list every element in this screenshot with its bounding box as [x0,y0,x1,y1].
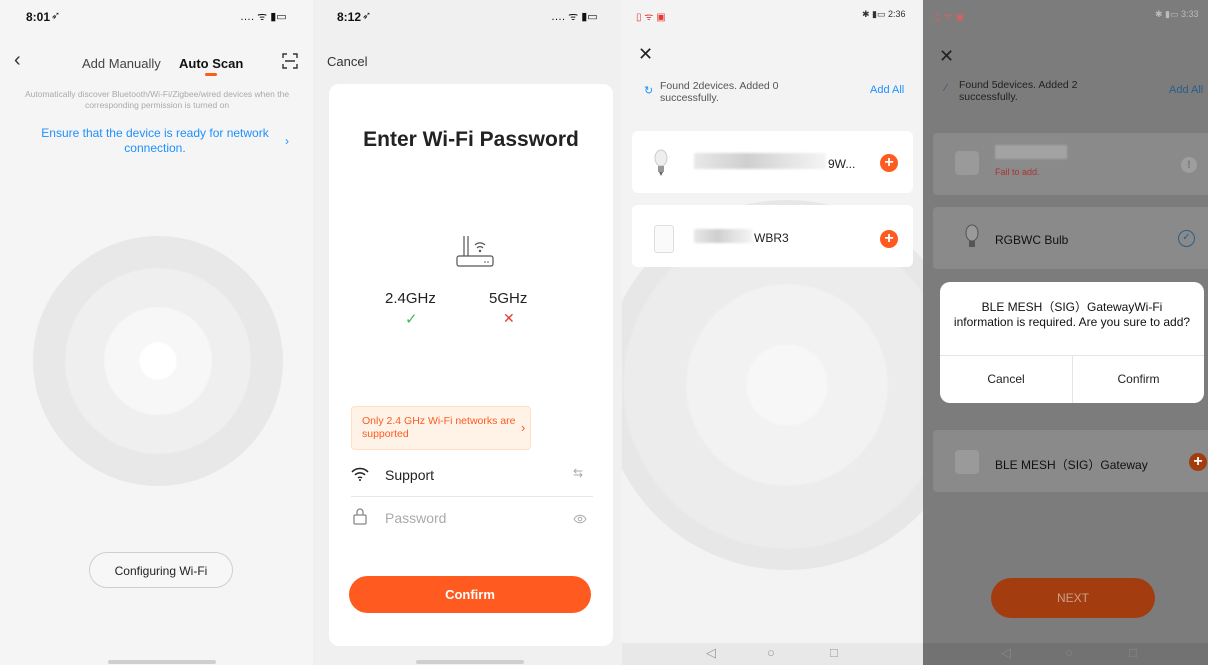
status-right: ✱ ▮▭ 3:33 [1155,9,1199,19]
scan-qr-icon[interactable] [282,53,298,69]
wifi-card: Enter Wi-Fi Password 2.4GHz 5GHz ✓ ✕ Onl… [329,84,613,646]
next-button[interactable]: NEXT [991,578,1155,618]
device-name-bulb: RGBWC Bulb [995,233,1069,247]
added-check-icon: ✓ [1178,230,1195,247]
bulb-icon [654,149,668,177]
add-device-icon[interactable]: + [1189,453,1207,471]
status-left-icons: ▯ ᯤ ▣ [935,12,965,23]
add-device-icon[interactable]: + [880,230,898,248]
status-indicator-icon: ⁄ [945,82,947,94]
device-name-blurred [995,145,1067,159]
close-icon[interactable]: ✕ [939,47,954,65]
device-module-icon [955,151,979,175]
nav-back-icon[interactable]: ◁ [1001,645,1011,661]
band-warning-text: Only 2.4 GHz Wi-Fi networks are supporte… [362,415,516,440]
device-module-icon [654,225,674,253]
tab-add-manually[interactable]: Add Manually [82,55,161,73]
password-field[interactable]: Password [385,510,446,526]
nav-home-icon[interactable]: ○ [767,645,775,660]
device-name-suffix: 9W... [828,157,856,171]
nav-home-icon[interactable]: ○ [1065,645,1073,660]
lock-icon [353,508,367,525]
active-tab-indicator [205,73,217,76]
status-right: ✱ ▮▭ 2:36 [862,9,906,19]
home-indicator [416,660,524,664]
device-name-blurred [694,153,826,169]
wifi-icon [351,466,369,482]
ensure-ready-link[interactable]: Ensure that the device is ready for netw… [28,126,282,156]
nav-recents-icon[interactable]: □ [1129,645,1137,660]
status-time: 2:36 [888,9,906,19]
confirm-dialog: BLE MESH（SIG）GatewayWi-Fi information is… [940,282,1204,403]
device-module-icon [955,450,979,474]
status-time: 8:12 [337,10,362,24]
band-warning-banner[interactable]: Only 2.4 GHz Wi-Fi networks are supporte… [351,406,531,450]
cross-icon: ✕ [503,310,515,326]
eye-icon[interactable] [573,511,587,524]
add-all-button[interactable]: Add All [870,84,904,96]
device-row[interactable]: 9W... + [632,131,913,193]
device-row[interactable]: WBR3 + [632,205,913,267]
device-name-suffix: WBR3 [754,231,789,245]
check-icon: ✓ [405,311,418,328]
device-name-blurred [694,229,752,243]
tab-auto-scan[interactable]: Auto Scan [179,55,243,73]
chevron-right-icon: › [521,420,526,435]
device-row[interactable]: RGBWC Bulb ✓ [933,207,1208,269]
home-indicator [108,660,216,664]
auto-discover-description: Automatically discover Bluetooth/Wi-Fi/Z… [24,89,290,110]
screen-gateway-confirm: ▯ ᯤ ▣ ✱ ▮▭ 3:33 ✕ ⁄ Found 5devices. Adde… [923,0,1208,665]
add-all-button[interactable]: Add All [1169,84,1203,96]
bulb-icon [965,224,979,252]
tab-add-manually-label: Add Manually [82,56,161,71]
ssid-field[interactable]: Support [385,467,434,483]
found-status-text: Found 2devices. Added 0 successfully. [660,80,779,104]
configuring-wifi-button[interactable]: Configuring Wi-Fi [89,552,233,588]
band-24ghz-label: 2.4GHz [385,290,436,307]
status-time: 3:33 [1181,9,1199,19]
status-left-icons: ▯ ᯤ ▣ [636,12,666,23]
router-icon [455,232,495,268]
confirm-button[interactable]: Confirm [349,576,591,613]
ensure-ready-text: Ensure that the device is ready for netw… [41,126,269,155]
found-status-text: Found 5devices. Added 2 successfully. [959,79,1078,103]
screen-auto-scan: 8:01 ➶ …. ᯤ ▮▭ ‹ Add Manually Auto Scan … [0,0,313,665]
status-icons: …. ᯤ ▮▭ [240,11,287,23]
dialog-message: BLE MESH（SIG）GatewayWi-Fi information is… [953,300,1191,329]
nav-recents-icon[interactable]: □ [830,645,838,660]
close-icon[interactable]: ✕ [638,45,653,63]
switch-network-icon[interactable]: ⇆ [573,466,583,480]
band-5ghz-label: 5GHz [489,290,528,307]
screen-enter-wifi: 8:12 ➶ …. ᯤ ▮▭ Cancel Enter Wi-Fi Passwo… [313,0,622,665]
add-device-icon[interactable]: + [880,154,898,172]
device-row[interactable]: Fail to add. ! [933,133,1208,195]
scan-radar-animation [33,236,283,486]
android-nav-bar: ◁ ○ □ [923,643,1208,665]
loading-spinner-icon: ↻ [644,85,654,97]
dialog-confirm-button[interactable]: Confirm [1073,356,1204,403]
info-icon[interactable]: ! [1181,157,1197,173]
tab-auto-scan-label: Auto Scan [179,56,244,71]
device-row[interactable]: BLE MESH（SIG）Gateway + [933,430,1208,492]
cancel-button[interactable]: Cancel [327,54,367,69]
page-title: Enter Wi-Fi Password [363,128,579,151]
location-arrow-icon: ➶ [362,10,372,22]
back-chevron-icon[interactable]: ‹ [14,50,21,70]
status-icons: …. ᯤ ▮▭ [551,11,598,23]
screen-found-devices: ▯ ᯤ ▣ ✱ ▮▭ 2:36 ✕ ↻ Found 2devices. Adde… [622,0,923,665]
device-name-gateway: BLE MESH（SIG）Gateway [995,458,1148,472]
android-nav-bar: ◁ ○ □ [622,643,923,665]
status-time: 8:01 [26,10,51,24]
divider [351,496,593,497]
dialog-cancel-button[interactable]: Cancel [940,356,1072,403]
fail-status-text: Fail to add. [995,167,1040,177]
location-arrow-icon: ➶ [51,10,61,22]
nav-back-icon[interactable]: ◁ [706,645,716,661]
chevron-right-icon: › [285,134,289,148]
